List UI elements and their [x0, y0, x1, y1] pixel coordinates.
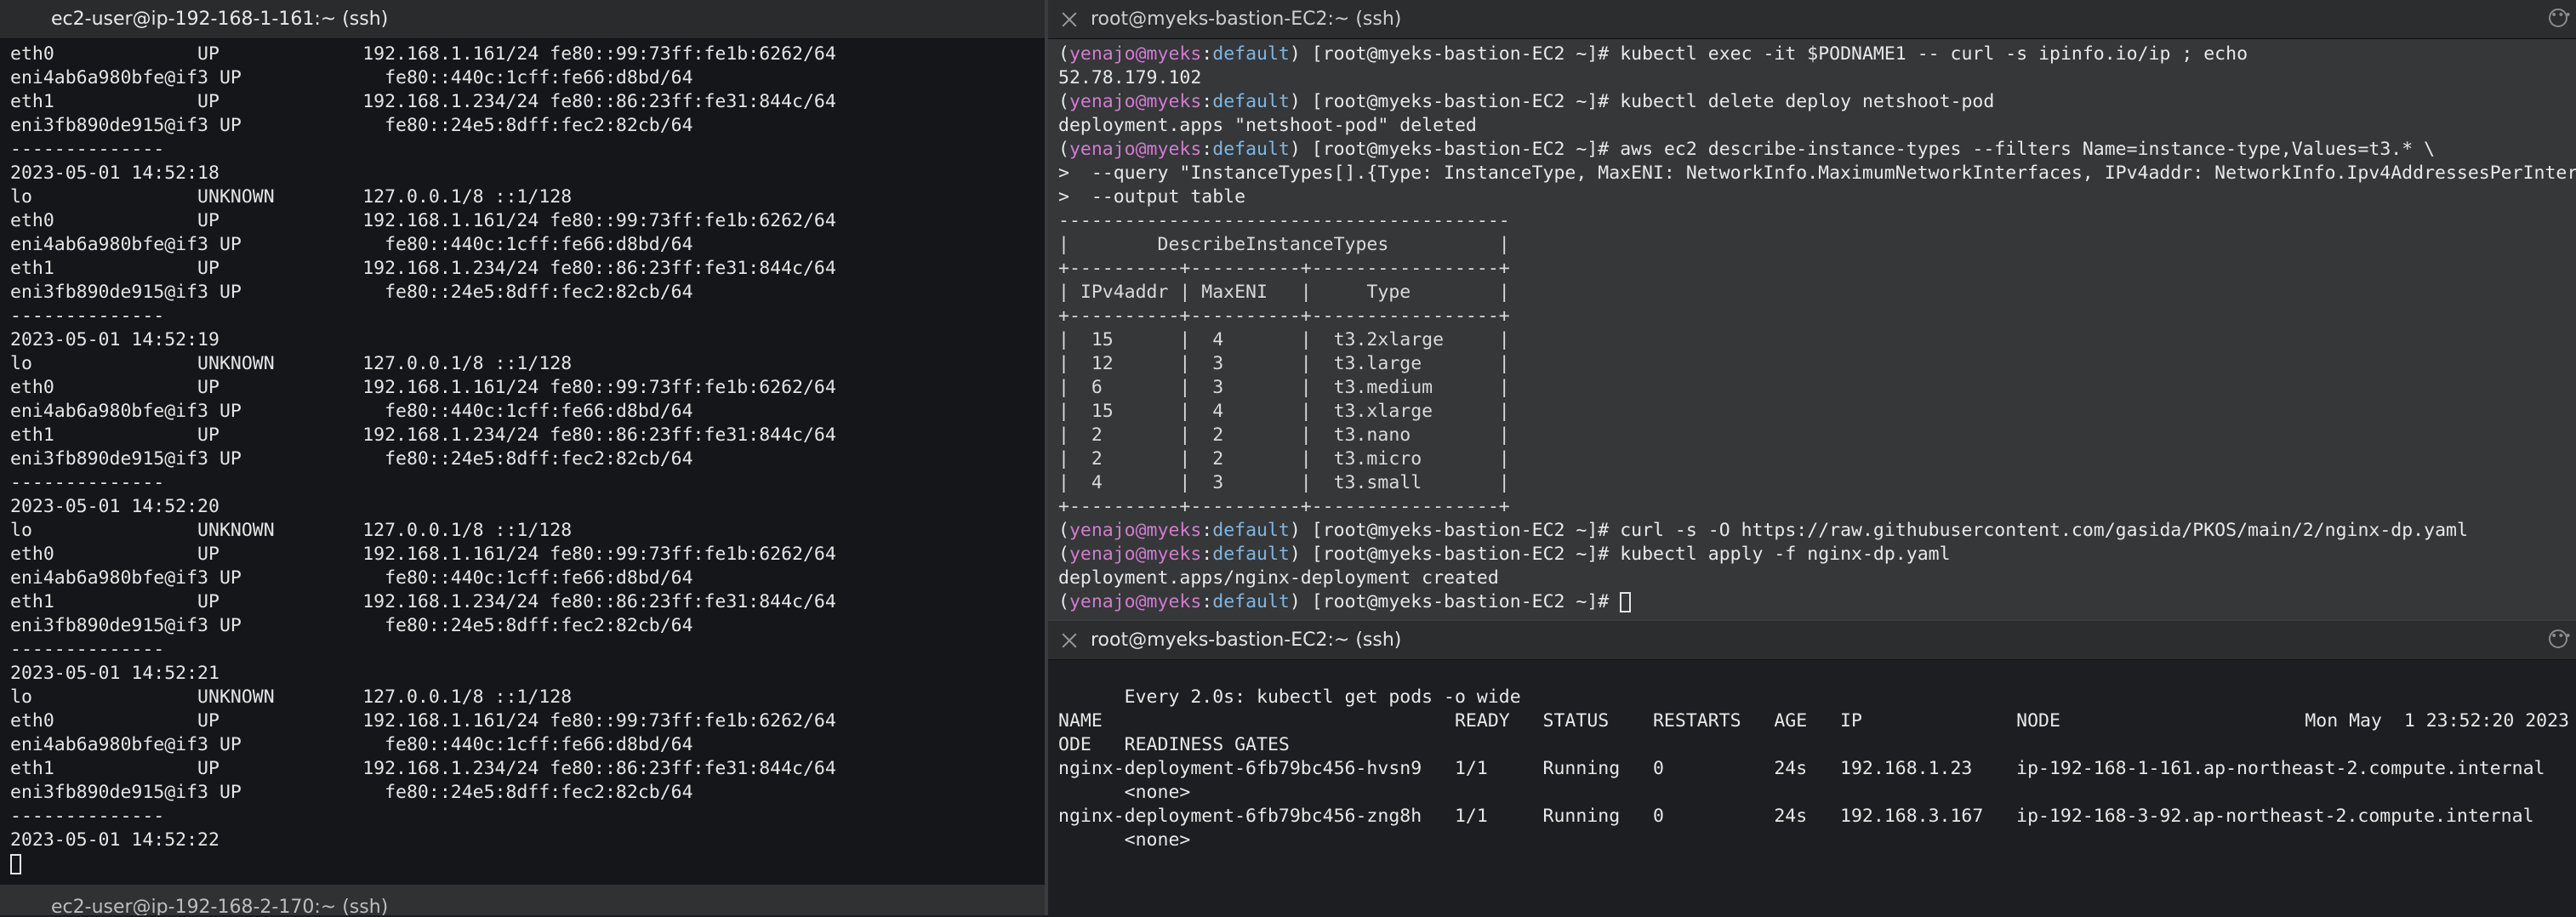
watch-command: Every 2.0s: kubectl get pods -o wide	[1124, 686, 1521, 708]
pods-table-header-wrap: ODE READINESS GATES	[1058, 734, 1290, 755]
table-row: nginx-deployment-6fb79bc456-hvsn9 1/1 Ru…	[1058, 758, 2576, 779]
terminal-line: --------------	[10, 139, 165, 160]
left-bottom-pane[interactable]: ec2-user@ip-192-168-2-170:~ (ssh)	[0, 885, 1045, 915]
terminal-line: --------------	[10, 806, 165, 827]
active-prompt-line[interactable]: (yenajo@myeks:default) [root@myeks-basti…	[1058, 590, 2569, 614]
terminal-line: 2023-05-01 14:52:20	[10, 496, 219, 517]
terminal-line: eth0 UP 192.168.1.161/24 fe80::99:73ff:f…	[10, 210, 836, 231]
prompt-line: (yenajo@myeks:default) [root@myeks-basti…	[1058, 544, 1951, 565]
left-terminal-output[interactable]: eth0 UP 192.168.1.161/24 fe80::99:73ff:f…	[10, 43, 1038, 885]
terminal-line: eni3fb890de915@if3 UP fe80::24e5:8dff:fe…	[10, 615, 693, 636]
terminal-line: lo UNKNOWN 127.0.0.1/8 ::1/128	[10, 186, 573, 208]
watch-clock: Mon May 1 23:52:20 2023	[2305, 710, 2569, 732]
right-top-terminal-output[interactable]: (yenajo@myeks:default) [root@myeks-basti…	[1058, 43, 2576, 619]
terminal-line: eni3fb890de915@if3 UP fe80::24e5:8dff:fe…	[10, 782, 693, 803]
terminal-line: 2023-05-01 14:52:22	[10, 829, 219, 851]
terminal-line: lo UNKNOWN 127.0.0.1/8 ::1/128	[10, 520, 573, 541]
terminal-line: eth1 UP 192.168.1.234/24 fe80::86:23ff:f…	[10, 591, 836, 612]
more-options-icon[interactable]: •••	[2549, 9, 2572, 27]
table-line: | IPv4addr | MaxENI | Type |	[1058, 282, 1510, 303]
close-icon[interactable]	[1060, 10, 1079, 29]
terminal-line: eni3fb890de915@if3 UP fe80::24e5:8dff:fe…	[10, 282, 693, 303]
right-top-titlebar[interactable]: root@myeks-bastion-EC2:~ (ssh) •••	[1048, 0, 2576, 39]
terminal-line: eth1 UP 192.168.1.234/24 fe80::86:23ff:f…	[10, 424, 836, 446]
table-line: | 12 | 3 | t3.large |	[1058, 353, 1510, 374]
table-row-wrap: <none>	[1058, 782, 1191, 803]
terminal-line: eth0 UP 192.168.1.161/24 fe80::99:73ff:f…	[10, 43, 836, 65]
table-line: | 4 | 3 | t3.small |	[1058, 472, 1510, 493]
terminal-line: lo UNKNOWN 127.0.0.1/8 ::1/128	[10, 353, 573, 374]
terminal-line: eni4ab6a980bfe@if3 UP fe80::440c:1cff:fe…	[10, 67, 693, 88]
table-line: | 6 | 3 | t3.medium |	[1058, 377, 1510, 398]
prompt-line: (yenajo@myeks:default) [root@myeks-basti…	[1058, 139, 2436, 160]
table-line: | 15 | 4 | t3.2xlarge |	[1058, 329, 1510, 350]
terminal-line: 2023-05-01 14:52:18	[10, 162, 219, 184]
output-line: deployment.apps "netshoot-pod" deleted	[1058, 115, 1477, 136]
table-line: | 15 | 4 | t3.xlarge |	[1058, 401, 1510, 422]
cursor	[1620, 592, 1632, 612]
left-bottom-titlebar[interactable]: ec2-user@ip-192-168-2-170:~ (ssh)	[0, 891, 1045, 915]
right-top-terminal-pane[interactable]: root@myeks-bastion-EC2:~ (ssh) ••• (yena…	[1048, 0, 2576, 619]
table-line: | 2 | 2 | t3.micro |	[1058, 448, 1510, 470]
left-pane-title: ec2-user@ip-192-168-1-161:~ (ssh)	[51, 9, 389, 30]
table-line: | DescribeInstanceTypes |	[1058, 234, 1510, 255]
terminal-line: --------------	[10, 639, 165, 660]
terminal-line: eth1 UP 192.168.1.234/24 fe80::86:23ff:f…	[10, 91, 836, 112]
right-bottom-terminal-pane[interactable]: root@myeks-bastion-EC2:~ (ssh) ••• Every…	[1048, 619, 2576, 917]
prompt-line: (yenajo@myeks:default) [root@myeks-basti…	[1058, 520, 2468, 541]
table-line: +----------+----------+-----------------…	[1058, 305, 1510, 327]
right-bottom-titlebar[interactable]: root@myeks-bastion-EC2:~ (ssh) •••	[1048, 621, 2576, 660]
terminal-line: eni4ab6a980bfe@if3 UP fe80::440c:1cff:fe…	[10, 734, 693, 755]
table-line: +----------+----------+-----------------…	[1058, 496, 1510, 517]
table-row-wrap: <none>	[1058, 829, 1191, 851]
terminal-line: eth0 UP 192.168.1.161/24 fe80::99:73ff:f…	[10, 544, 836, 565]
more-options-icon[interactable]: •••	[2549, 629, 2572, 648]
terminal-line: --------------	[10, 472, 165, 493]
output-line: deployment.apps/nginx-deployment created	[1058, 567, 1499, 589]
terminal-line: eni3fb890de915@if3 UP fe80::24e5:8dff:fe…	[10, 448, 693, 470]
table-line: | 2 | 2 | t3.nano |	[1058, 424, 1510, 446]
terminal-line: eth1 UP 192.168.1.234/24 fe80::86:23ff:f…	[10, 258, 836, 279]
left-pane-titlebar[interactable]: ec2-user@ip-192-168-1-161:~ (ssh)	[0, 0, 1045, 39]
table-line: ----------------------------------------…	[1058, 210, 1510, 231]
terminal-line: lo UNKNOWN 127.0.0.1/8 ::1/128	[10, 686, 573, 708]
watch-header: Every 2.0s: kubectl get pods -o wide Mon…	[1058, 662, 2569, 732]
terminal-line: eni4ab6a980bfe@if3 UP fe80::440c:1cff:fe…	[10, 567, 693, 589]
terminal-line: eth0 UP 192.168.1.161/24 fe80::99:73ff:f…	[10, 710, 836, 732]
prompt-line: (yenajo@myeks:default) [root@myeks-basti…	[1058, 43, 2248, 65]
terminal-line: 2023-05-01 14:52:21	[10, 663, 219, 684]
active-cursor-line[interactable]	[10, 852, 1038, 876]
prompt-line: (yenajo@myeks:default) [root@myeks-basti…	[1058, 91, 1995, 112]
terminal-line: eni3fb890de915@if3 UP fe80::24e5:8dff:fe…	[10, 115, 693, 136]
right-bottom-title: root@myeks-bastion-EC2:~ (ssh)	[1091, 629, 1402, 651]
continuation-line: > --output table	[1058, 186, 1246, 208]
output-line: 52.78.179.102	[1058, 67, 1202, 88]
left-terminal-pane[interactable]: ec2-user@ip-192-168-1-161:~ (ssh) eth0 U…	[0, 0, 1045, 885]
terminal-line: --------------	[10, 305, 165, 327]
right-top-title: root@myeks-bastion-EC2:~ (ssh)	[1091, 9, 1402, 30]
table-line: +----------+----------+-----------------…	[1058, 258, 1510, 279]
table-row: nginx-deployment-6fb79bc456-zng8h 1/1 Ru…	[1058, 806, 2576, 827]
cursor	[10, 854, 21, 874]
terminal-line: 2023-05-01 14:52:19	[10, 329, 219, 350]
terminal-line: eth1 UP 192.168.1.234/24 fe80::86:23ff:f…	[10, 758, 836, 779]
terminal-line: eni4ab6a980bfe@if3 UP fe80::440c:1cff:fe…	[10, 234, 693, 255]
terminal-line: eni4ab6a980bfe@if3 UP fe80::440c:1cff:fe…	[10, 401, 693, 422]
left-bottom-title: ec2-user@ip-192-168-2-170:~ (ssh)	[51, 896, 389, 916]
close-icon[interactable]	[1060, 631, 1079, 650]
watch-output[interactable]: Every 2.0s: kubectl get pods -o wide Mon…	[1058, 662, 2569, 917]
continuation-line: > --query "InstanceTypes[].{Type: Instan…	[1058, 162, 2576, 184]
terminal-line: eth0 UP 192.168.1.161/24 fe80::99:73ff:f…	[10, 377, 836, 398]
instance-types-table: ----------------------------------------…	[1058, 209, 2569, 519]
